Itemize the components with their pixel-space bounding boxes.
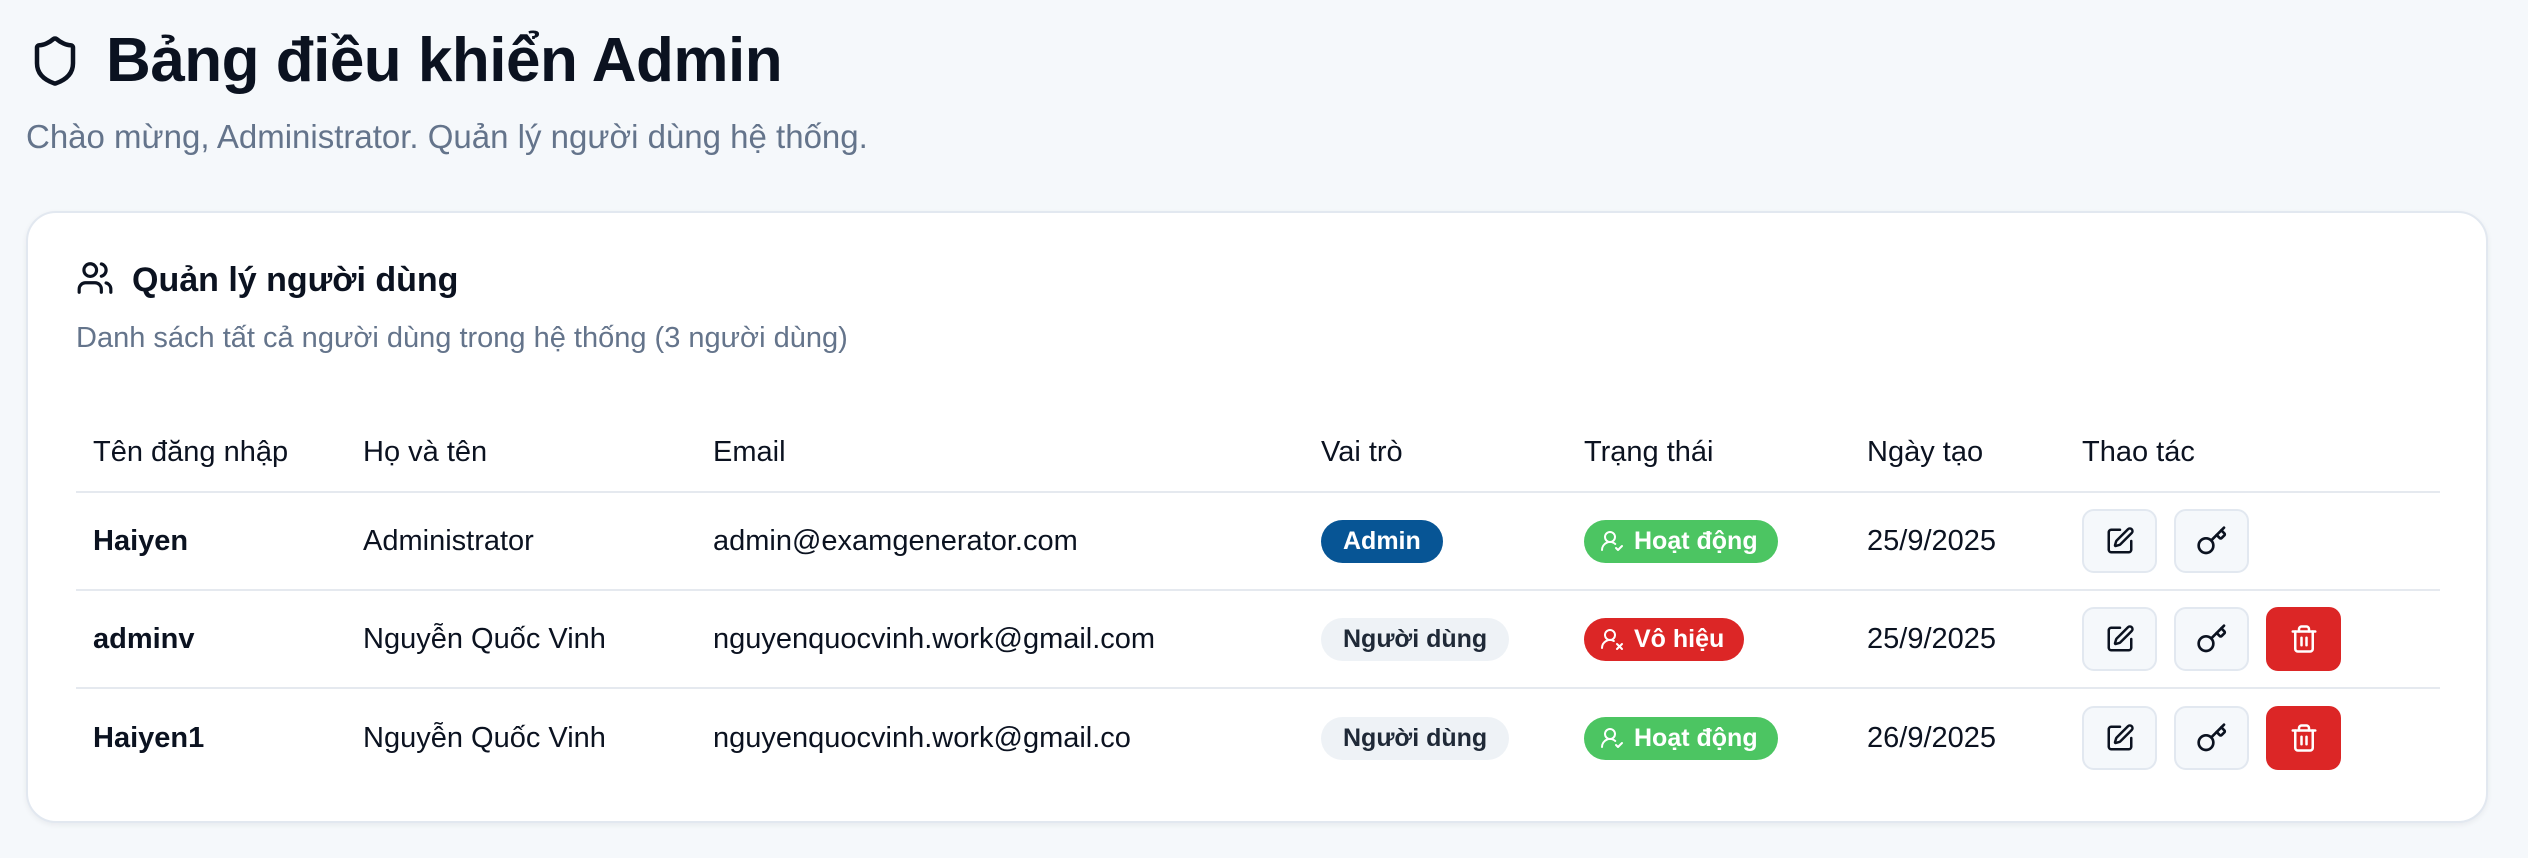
edit-icon bbox=[2107, 527, 2134, 554]
email-cell: admin@examgenerator.com bbox=[713, 524, 1078, 557]
username-cell: Haiyen1 bbox=[93, 721, 205, 754]
created-date-cell: 25/9/2025 bbox=[1867, 524, 1997, 557]
edit-icon bbox=[2107, 724, 2134, 751]
user-check-icon bbox=[1600, 726, 1624, 750]
reset-password-button[interactable] bbox=[2174, 706, 2249, 770]
column-header-email: Email bbox=[713, 435, 786, 468]
edit-user-button[interactable] bbox=[2082, 706, 2157, 770]
role-badge: Admin bbox=[1321, 519, 1443, 563]
column-header-username: Tên đăng nhập bbox=[93, 435, 289, 468]
column-header-fullname: Họ và tên bbox=[363, 435, 488, 468]
role-badge: Người dùng bbox=[1321, 716, 1510, 760]
fullname-cell: Nguyễn Quốc Vinh bbox=[363, 721, 606, 754]
user-check-icon bbox=[1600, 529, 1624, 553]
table-header: Tên đăng nhập Họ và tên Email Vai trò Tr… bbox=[76, 413, 2440, 493]
table-row: Haiyen1 Nguyễn Quốc Vinh nguyenquocvinh.… bbox=[76, 689, 2440, 787]
status-badge: Vô hiệu bbox=[1584, 617, 1745, 661]
admin-dashboard: Bảng điều khiển Admin Chào mừng, Adminis… bbox=[0, 0, 2528, 858]
delete-user-button[interactable] bbox=[2266, 706, 2341, 770]
table-row: adminv Nguyễn Quốc Vinh nguyenquocvinh.w… bbox=[76, 591, 2440, 689]
card-header: Quản lý người dùng Danh sách tất cả ngườ… bbox=[76, 259, 848, 355]
created-date-cell: 26/9/2025 bbox=[1867, 721, 1997, 754]
trash-icon bbox=[2291, 625, 2316, 653]
page-title: Bảng điều khiển Admin bbox=[106, 26, 783, 95]
title-row: Bảng điều khiển Admin bbox=[26, 22, 868, 100]
card-description: Danh sách tất cả người dùng trong hệ thố… bbox=[76, 322, 848, 354]
status-cell: Hoạt động bbox=[1584, 716, 1867, 760]
username-cell: adminv bbox=[93, 622, 195, 655]
column-header-status: Trạng thái bbox=[1584, 435, 1714, 468]
row-actions bbox=[2082, 607, 2440, 671]
status-cell: Vô hiệu bbox=[1584, 617, 1867, 661]
user-management-card: Quản lý người dùng Danh sách tất cả ngườ… bbox=[26, 211, 2488, 823]
user-x-icon bbox=[1600, 627, 1624, 651]
table-row: Haiyen Administrator admin@examgenerator… bbox=[76, 493, 2440, 591]
status-label: Hoạt động bbox=[1634, 526, 1758, 555]
column-header-created: Ngày tạo bbox=[1867, 435, 1984, 468]
row-actions bbox=[2082, 509, 2440, 573]
status-badge: Hoạt động bbox=[1584, 716, 1778, 760]
status-badge: Hoạt động bbox=[1584, 519, 1778, 563]
delete-user-button[interactable] bbox=[2266, 607, 2341, 671]
status-label: Vô hiệu bbox=[1634, 624, 1725, 653]
role-badge: Người dùng bbox=[1321, 617, 1510, 661]
card-title-row: Quản lý người dùng bbox=[76, 259, 848, 302]
email-cell: nguyenquocvinh.work@gmail.com bbox=[713, 622, 1156, 655]
reset-password-button[interactable] bbox=[2174, 607, 2249, 671]
edit-user-button[interactable] bbox=[2082, 509, 2157, 573]
edit-user-button[interactable] bbox=[2082, 607, 2157, 671]
column-header-role: Vai trò bbox=[1321, 435, 1403, 468]
role-cell: Người dùng bbox=[1321, 617, 1584, 661]
key-icon bbox=[2196, 723, 2226, 752]
card-title: Quản lý người dùng bbox=[132, 261, 459, 299]
key-icon bbox=[2196, 624, 2226, 653]
fullname-cell: Nguyễn Quốc Vinh bbox=[363, 622, 606, 655]
actions-cell bbox=[2082, 706, 2440, 770]
shield-icon bbox=[26, 28, 84, 94]
created-date-cell: 25/9/2025 bbox=[1867, 622, 1997, 655]
status-cell: Hoạt động bbox=[1584, 519, 1867, 563]
key-icon bbox=[2196, 526, 2226, 555]
reset-password-button[interactable] bbox=[2174, 509, 2249, 573]
role-cell: Admin bbox=[1321, 519, 1584, 563]
status-label: Hoạt động bbox=[1634, 723, 1758, 752]
column-header-actions: Thao tác bbox=[2082, 435, 2195, 468]
table-body: Haiyen Administrator admin@examgenerator… bbox=[76, 493, 2440, 787]
page-header: Bảng điều khiển Admin Chào mừng, Adminis… bbox=[26, 22, 868, 156]
trash-icon bbox=[2291, 724, 2316, 752]
actions-cell bbox=[2082, 509, 2440, 573]
users-icon bbox=[76, 259, 114, 302]
page-subtitle: Chào mừng, Administrator. Quản lý người … bbox=[26, 118, 868, 155]
actions-cell bbox=[2082, 607, 2440, 671]
username-cell: Haiyen bbox=[93, 524, 189, 557]
edit-icon bbox=[2107, 625, 2134, 652]
email-cell: nguyenquocvinh.work@gmail.co bbox=[713, 721, 1131, 754]
users-table: Tên đăng nhập Họ và tên Email Vai trò Tr… bbox=[76, 413, 2440, 787]
fullname-cell: Administrator bbox=[363, 524, 534, 557]
row-actions bbox=[2082, 706, 2440, 770]
role-cell: Người dùng bbox=[1321, 716, 1584, 760]
